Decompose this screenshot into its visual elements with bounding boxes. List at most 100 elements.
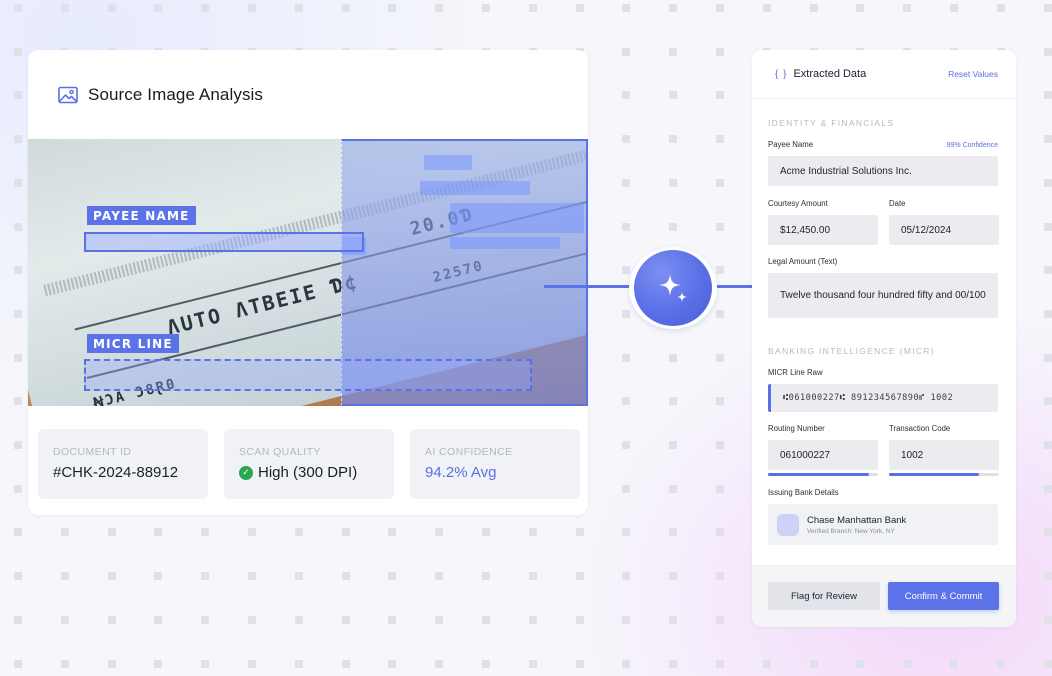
grid-dot	[154, 660, 162, 668]
action-footer: Flag for Review Confirm & Commit	[752, 565, 1016, 627]
stat-ai-confidence: AI CONFIDENCE 94.2% Avg	[410, 429, 580, 499]
grid-dot	[622, 660, 630, 668]
grid-dot	[716, 91, 724, 99]
grid-dot	[342, 616, 350, 624]
grid-dot	[716, 572, 724, 580]
grid-dot	[529, 572, 537, 580]
routing-number-label: Routing Number	[768, 424, 825, 433]
grid-dot	[154, 528, 162, 536]
reset-values-link[interactable]: Reset Values	[948, 69, 998, 79]
grid-dot	[576, 616, 584, 624]
routing-progress-bar	[768, 473, 878, 476]
micr-raw-field[interactable]: ⑆061000227⑆ 891234567890⑈ 1002	[768, 384, 998, 412]
grid-dot	[622, 223, 630, 231]
bank-icon	[777, 513, 799, 536]
grid-dot	[14, 310, 22, 318]
grid-dot	[295, 660, 303, 668]
grid-dot	[716, 441, 724, 449]
micr-raw-label: MICR Line Raw	[768, 368, 823, 377]
grid-dot	[14, 441, 22, 449]
grid-dot	[529, 660, 537, 668]
grid-dot	[576, 660, 584, 668]
grid-dot	[1044, 91, 1052, 99]
grid-dot	[716, 310, 724, 318]
grid-dot	[201, 616, 209, 624]
code-braces-icon: { }	[775, 68, 788, 80]
grid-dot	[622, 485, 630, 493]
grid-dot	[108, 4, 116, 12]
grid-dot	[388, 528, 396, 536]
check-scan-image: ɅUTO ɅTBEIE Ɗ¢ 20.0Ɗ ꞤƆA Ɔ8Ɽ0 22570 PAYE…	[28, 139, 588, 406]
issuing-bank-card[interactable]: Chase Manhattan Bank Verified Branch: Ne…	[768, 504, 998, 545]
grid-dot	[716, 528, 724, 536]
image-icon	[58, 86, 78, 103]
grid-dot	[669, 660, 677, 668]
grid-dot	[1044, 660, 1052, 668]
grid-dot	[669, 223, 677, 231]
grid-dot	[295, 528, 303, 536]
transaction-code-field[interactable]: 1002	[889, 440, 999, 470]
connector-line-left	[544, 285, 634, 288]
transaction-code-label: Transaction Code	[889, 424, 951, 433]
grid-dot	[1044, 223, 1052, 231]
grid-dot	[997, 660, 1005, 668]
confirm-commit-button[interactable]: Confirm & Commit	[888, 582, 999, 610]
grid-dot	[14, 91, 22, 99]
grid-dot	[154, 4, 162, 12]
grid-dot	[248, 616, 256, 624]
courtesy-amount-field[interactable]: $12,450.00	[768, 215, 878, 245]
grid-dot	[622, 135, 630, 143]
stat-value-row: ✓ High (300 DPI)	[239, 464, 379, 481]
grid-dot	[716, 660, 724, 668]
date-field[interactable]: 05/12/2024	[889, 215, 999, 245]
legal-amount-field[interactable]: Twelve thousand four hundred fifty and 0…	[768, 273, 998, 318]
grid-dot	[669, 4, 677, 12]
grid-dot	[622, 4, 630, 12]
routing-number-field[interactable]: 061000227	[768, 440, 878, 470]
grid-dot	[435, 572, 443, 580]
grid-dot	[201, 4, 209, 12]
payee-name-field[interactable]: Acme Industrial Solutions Inc.	[768, 156, 998, 186]
grid-dot	[108, 660, 116, 668]
grid-dot	[763, 660, 771, 668]
grid-dot	[14, 572, 22, 580]
stat-label: AI CONFIDENCE	[425, 446, 513, 458]
micr-detection-box[interactable]	[84, 359, 532, 391]
stat-value: #CHK-2024-88912	[53, 464, 179, 481]
grid-dot	[716, 616, 724, 624]
grid-dot	[622, 266, 630, 274]
grid-dot	[61, 4, 69, 12]
grid-dot	[529, 528, 537, 536]
grid-dot	[1044, 310, 1052, 318]
banking-section-label: BANKING INTELLIGENCE (MICR)	[768, 346, 935, 356]
extracted-panel-header: { } Extracted Data Reset Values	[752, 50, 1016, 99]
grid-dot	[622, 572, 630, 580]
grid-dot	[108, 616, 116, 624]
grid-dot	[482, 528, 490, 536]
grid-dot	[14, 616, 22, 624]
grid-dot	[716, 266, 724, 274]
grid-dot	[622, 48, 630, 56]
grid-dot	[1044, 616, 1052, 624]
grid-dot	[14, 660, 22, 668]
grid-dot	[435, 4, 443, 12]
grid-dot	[14, 135, 22, 143]
grid-dot	[810, 4, 818, 12]
grid-dot	[201, 528, 209, 536]
grid-dot	[14, 48, 22, 56]
bank-name: Chase Manhattan Bank	[807, 514, 907, 526]
grid-dot	[669, 572, 677, 580]
ai-processor-button[interactable]	[634, 250, 712, 326]
stat-scan-quality: SCAN QUALITY ✓ High (300 DPI)	[224, 429, 394, 499]
source-image-panel: Source Image Analysis ɅUTO ɅTBEIE Ɗ¢ 20.…	[28, 50, 588, 515]
grid-dot	[903, 4, 911, 12]
grid-dot	[435, 528, 443, 536]
grid-dot	[622, 91, 630, 99]
grid-dot	[716, 4, 724, 12]
flag-for-review-button[interactable]: Flag for Review	[768, 582, 880, 610]
payee-detection-box[interactable]	[84, 232, 364, 252]
grid-dot	[622, 354, 630, 362]
identity-section-label: IDENTITY & FINANCIALS	[768, 118, 895, 128]
grid-dot	[248, 528, 256, 536]
stat-label: SCAN QUALITY	[239, 446, 321, 458]
